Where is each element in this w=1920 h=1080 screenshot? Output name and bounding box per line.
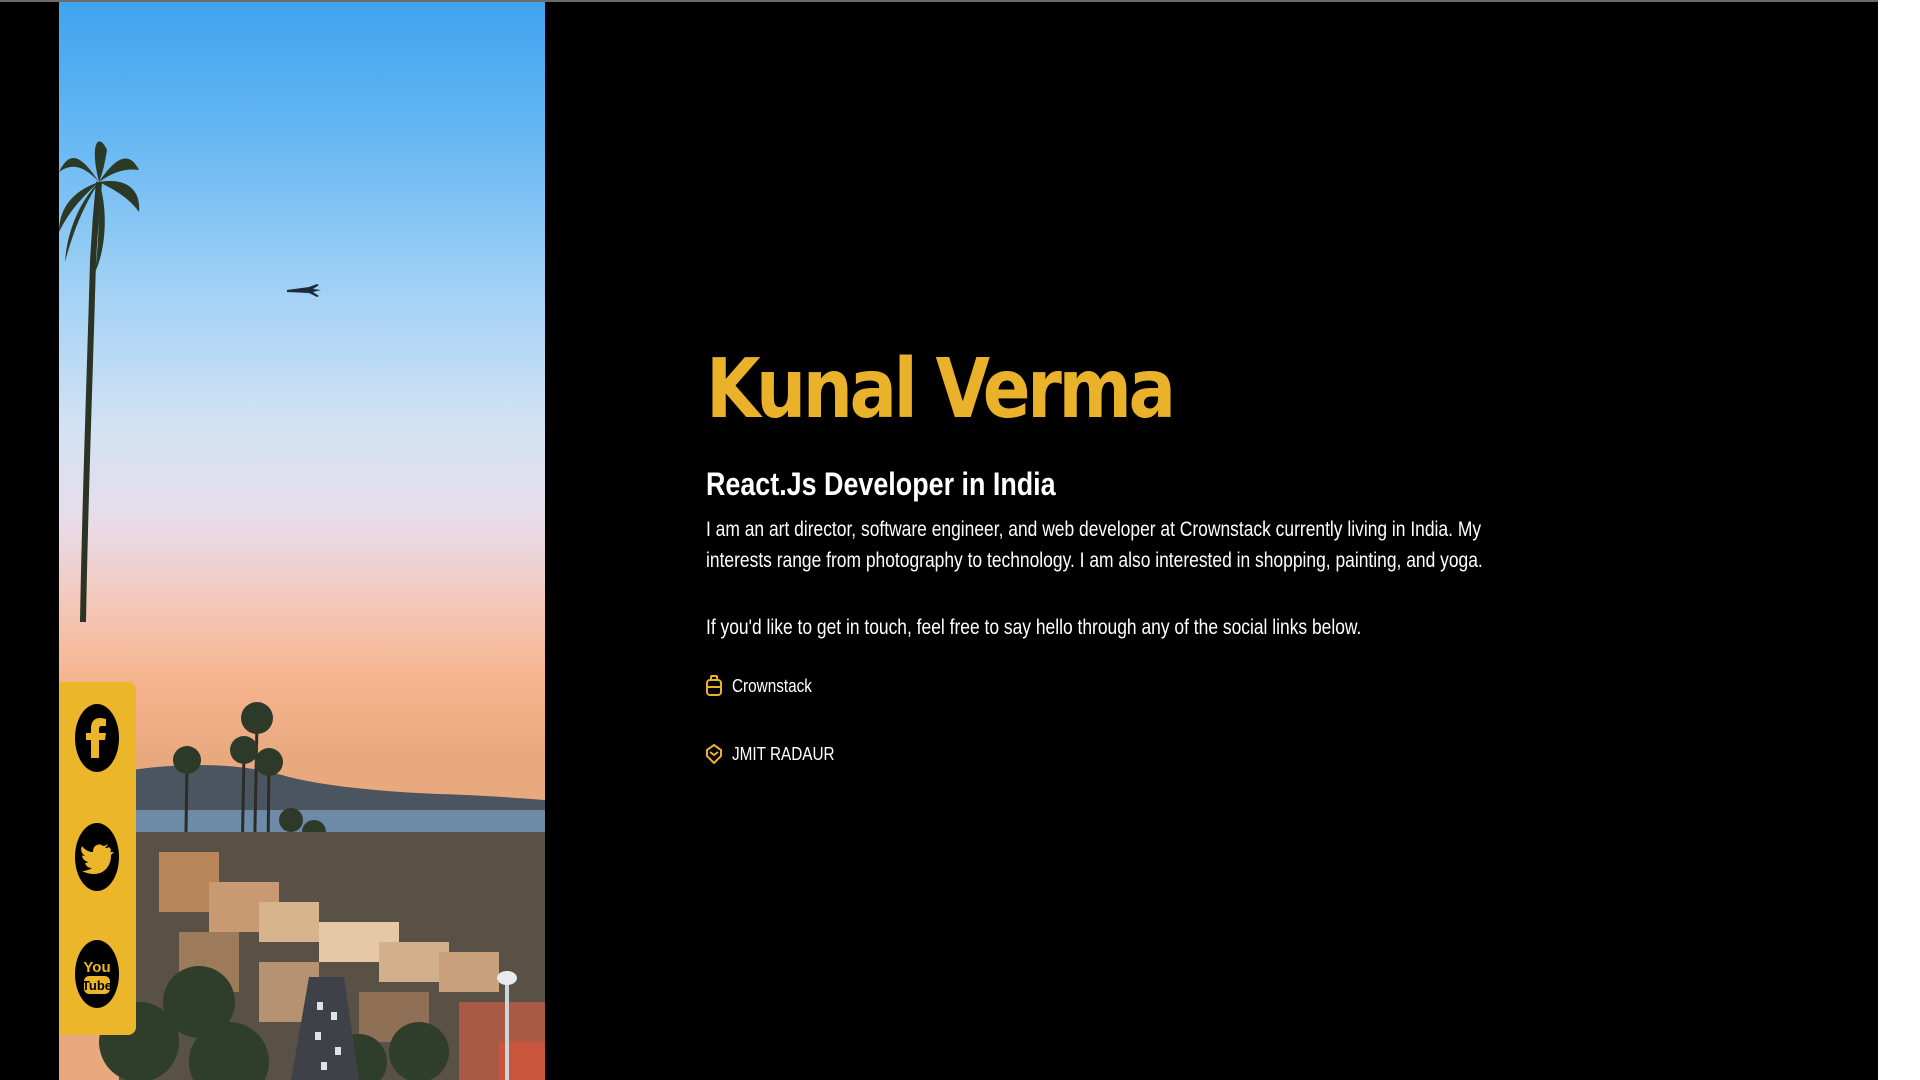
education-detail: JMIT RADAUR — [706, 742, 853, 766]
profile-content: Kunal Verma React.Js Developer in India … — [706, 342, 1566, 765]
youtube-label-bottom: Tube — [82, 978, 112, 993]
twitter-icon — [81, 844, 114, 874]
facebook-icon — [86, 718, 106, 758]
tall-palm-fronds — [59, 141, 140, 272]
profile-role: React.Js Developer in India — [706, 466, 1056, 502]
work-detail: Crownstack — [706, 674, 826, 698]
contact-note: If you'd like to get in touch, feel free… — [706, 616, 1362, 639]
youtube-label-top: You — [83, 959, 110, 976]
profile-name: Kunal Verma — [706, 342, 1176, 437]
youtube-icon: You Tube — [82, 959, 112, 994]
graduation-cap-icon — [706, 743, 722, 765]
facebook-link[interactable] — [75, 704, 119, 772]
twitter-link[interactable] — [75, 823, 119, 891]
work-label: Crownstack — [732, 675, 812, 696]
briefcase-icon — [706, 675, 722, 696]
education-label: JMIT RADAUR — [732, 743, 835, 764]
youtube-link[interactable]: You Tube — [75, 940, 119, 1008]
social-links-bar: You Tube — [59, 682, 136, 1035]
profile-bio: I am an art director, software engineer,… — [706, 518, 1483, 572]
airplane-icon — [287, 284, 321, 297]
portfolio-page: You Tube Kunal Verma React.Js Developer … — [0, 2, 1878, 1080]
tall-palm-tree — [80, 181, 102, 623]
